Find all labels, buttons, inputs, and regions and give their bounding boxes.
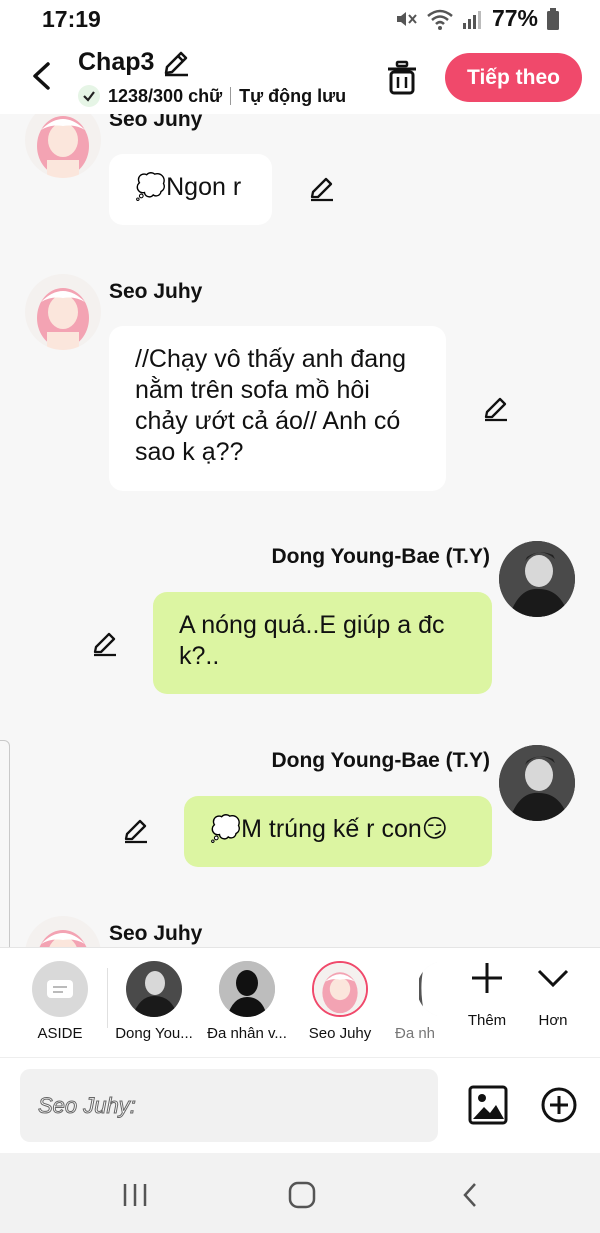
nav-back-button[interactable] (450, 1175, 490, 1215)
character-multi-2[interactable]: Đa nh (387, 961, 437, 1042)
sender-name: Dong Young-Bae (T.Y) (271, 545, 490, 568)
avatar[interactable] (25, 274, 101, 350)
editor-header: Chap3 1238/300 chữ Tự động lưu Tiếp theo (0, 42, 600, 114)
message-bubble[interactable]: 💭Ngon r (109, 154, 272, 225)
sender-name: Seo Juhy (109, 280, 203, 303)
home-icon (288, 1181, 316, 1209)
chevron-down-icon (537, 969, 569, 988)
edit-icon[interactable] (122, 817, 150, 845)
sender-name: Seo Juhy (109, 114, 203, 131)
avatar (417, 961, 437, 1017)
status-time: 17:19 (42, 6, 101, 32)
image-icon (468, 1085, 508, 1125)
add-label: Thêm (467, 1012, 507, 1029)
check-icon (78, 85, 100, 107)
character-aside[interactable]: ASIDE (14, 961, 106, 1042)
pencil-icon[interactable] (162, 49, 190, 77)
home-button[interactable] (282, 1175, 322, 1215)
battery-percent: 77% (491, 5, 538, 31)
status-icons: 77% (394, 5, 560, 32)
character-multi[interactable]: Đa nhân v... (201, 961, 293, 1042)
plus-circle-icon (541, 1087, 577, 1123)
avatar[interactable] (25, 114, 101, 178)
character-label: Đa nhân v... (207, 1025, 287, 1042)
recents-button[interactable] (115, 1175, 155, 1215)
message-bubble[interactable]: 💭M trúng kế r con😏 (184, 796, 492, 867)
chevron-left-icon (33, 62, 50, 90)
battery-icon (547, 7, 559, 30)
chat-area[interactable]: Seo Juhy 💭Ngon r Seo Juhy //Chạy vô thấy… (0, 114, 600, 947)
avatar[interactable] (499, 745, 575, 821)
plus-icon (472, 963, 502, 993)
word-count: 1238/300 chữ (108, 85, 223, 106)
character-label: Đa nh (395, 1025, 436, 1042)
more-button[interactable]: Hơn (523, 960, 583, 1029)
delete-button[interactable] (386, 60, 418, 96)
image-button[interactable] (468, 1085, 508, 1125)
sender-name: Seo Juhy (109, 922, 203, 945)
word-count-row: 1238/300 chữ Tự động lưu (78, 85, 346, 107)
avatar (126, 961, 182, 1017)
sender-name: Dong Young-Bae (T.Y) (271, 749, 490, 772)
edit-icon[interactable] (482, 395, 510, 423)
back-button[interactable] (24, 56, 58, 96)
trash-icon (388, 60, 416, 95)
edit-icon[interactable] (91, 630, 119, 658)
status-bar: 17:19 77% (0, 0, 600, 42)
avatar (219, 961, 275, 1017)
aside-icon (32, 961, 88, 1017)
avatar[interactable] (25, 916, 101, 947)
more-label: Hơn (538, 1012, 568, 1029)
chevron-left-icon (463, 1183, 476, 1207)
title-row: Chap3 (78, 48, 190, 77)
character-dong-young-bae[interactable]: Dong You... (108, 961, 200, 1042)
message-input[interactable]: Seo Juhy: (20, 1069, 438, 1142)
signal-icon (462, 10, 481, 29)
edit-icon[interactable] (308, 175, 336, 203)
character-label: ASIDE (37, 1025, 83, 1042)
character-seo-juhy[interactable]: Seo Juhy (294, 961, 386, 1042)
next-button[interactable]: Tiếp theo (445, 53, 582, 102)
autosave-label: Tự động lưu (239, 85, 347, 106)
divider (230, 87, 232, 105)
input-area: Seo Juhy: (0, 1057, 600, 1154)
avatar[interactable] (499, 541, 575, 617)
character-label: Seo Juhy (308, 1025, 372, 1042)
mute-icon (396, 11, 417, 26)
character-label: Dong You... (115, 1025, 193, 1042)
message-bubble[interactable]: //Chạy vô thấy anh đang nằm trên sofa mồ… (109, 326, 446, 491)
wifi-icon (427, 9, 453, 30)
add-character-button[interactable]: Thêm (457, 960, 517, 1029)
system-nav-bar (0, 1153, 600, 1233)
message-bubble[interactable]: A nóng quá..E giúp a đc k?.. (153, 592, 492, 694)
add-button[interactable] (540, 1086, 578, 1124)
recents-icon (123, 1184, 147, 1206)
scroll-handle[interactable] (0, 740, 10, 947)
chapter-title: Chap3 (78, 48, 155, 76)
character-bar: ASIDE Dong You... Đa nhân v... Seo Juhy … (0, 947, 600, 1058)
avatar (312, 961, 368, 1017)
